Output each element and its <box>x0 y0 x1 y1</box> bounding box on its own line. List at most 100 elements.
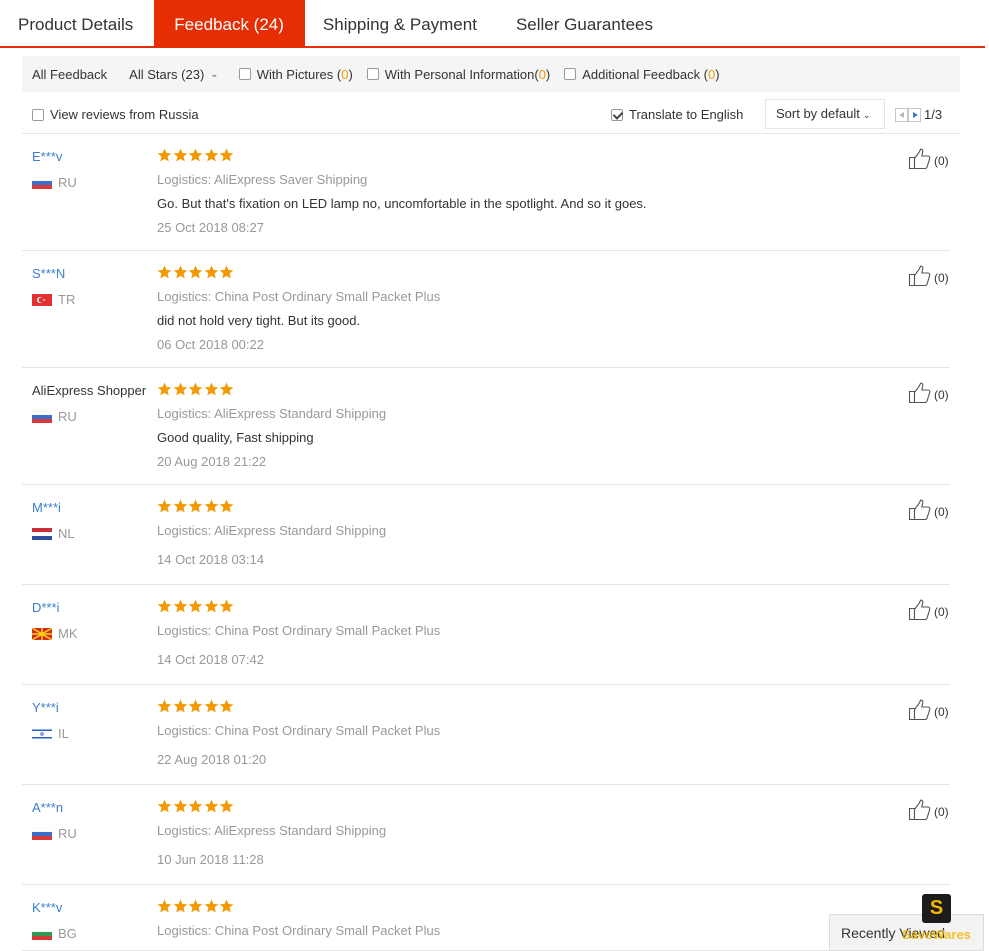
reviewer-name[interactable]: K***v <box>32 900 62 915</box>
star-icon <box>157 599 173 616</box>
star-icon <box>204 599 220 616</box>
star-icon <box>188 382 204 399</box>
logistics-info: Logistics: China Post Ordinary Small Pac… <box>157 723 441 738</box>
review-date: 06 Oct 2018 00:22 <box>157 337 264 352</box>
translate-option[interactable]: Translate to English <box>611 107 743 122</box>
star-icon <box>204 899 220 916</box>
reviewer-name: AliExpress Shopper <box>32 383 147 398</box>
star-icon <box>219 799 235 816</box>
helpful-button[interactable]: (0) <box>908 499 949 524</box>
logistics-info: Logistics: AliExpress Saver Shipping <box>157 172 368 187</box>
helpful-count: (0) <box>934 804 949 819</box>
helpful-button[interactable]: (0) <box>908 799 949 824</box>
thumbs-up-icon <box>908 499 934 524</box>
prev-page-button[interactable] <box>895 107 908 122</box>
additional-feedback-filter[interactable]: Additional Feedback (0) <box>564 66 720 82</box>
tab-product-details[interactable]: Product Details <box>0 0 154 46</box>
star-icon <box>173 599 189 616</box>
with-pictures-filter[interactable]: With Pictures (0) <box>238 66 353 82</box>
star-icon <box>188 699 204 716</box>
tab-feedback[interactable]: Feedback (24) <box>154 0 305 46</box>
view-russia-option[interactable]: View reviews from Russia <box>32 107 199 122</box>
with-personal-info-checkbox[interactable] <box>366 68 379 80</box>
reviewer-name[interactable]: D***i <box>32 600 59 615</box>
all-feedback-filter[interactable]: All Feedback <box>32 67 107 82</box>
with-pictures-checkbox[interactable] <box>238 68 251 80</box>
review-item: AliExpress Shopper RU Logistics: AliExpres… <box>22 368 950 485</box>
star-icon <box>157 799 173 816</box>
star-icon <box>173 699 189 716</box>
tab-shipping-payment[interactable]: Shipping & Payment <box>305 0 498 46</box>
page-indicator: 1/3 <box>924 107 943 122</box>
helpful-button[interactable]: (0) <box>908 265 949 290</box>
translate-checkbox[interactable] <box>611 108 623 121</box>
additional-feedback-checkbox[interactable] <box>564 68 577 80</box>
star-icon <box>157 499 173 516</box>
reviewer-name[interactable]: S***N <box>32 266 65 281</box>
reviewer-country: NL <box>32 526 75 541</box>
view-russia-label: View reviews from Russia <box>50 107 199 122</box>
review-text: did not hold very tight. But its good. <box>157 313 361 328</box>
savewares-watermark: SaveWares <box>902 927 971 942</box>
star-rating <box>157 599 235 616</box>
reviewer-name[interactable]: E***v <box>32 149 62 164</box>
country-code: MK <box>58 626 78 641</box>
star-rating <box>157 699 235 716</box>
star-icon <box>157 899 173 916</box>
review-item: E***v RU Logistics: AliExpress Saver Shipp… <box>22 134 950 251</box>
chevron-down-icon: ⌄ <box>862 110 871 120</box>
star-icon <box>188 799 204 816</box>
country-code: NL <box>58 526 75 541</box>
all-stars-dropdown[interactable]: All Stars (23) ⌄ <box>129 67 219 82</box>
thumbs-up-icon <box>908 799 934 824</box>
star-icon <box>219 148 235 165</box>
helpful-count: (0) <box>934 604 949 619</box>
country-flag-icon <box>31 727 53 740</box>
logistics-info: Logistics: China Post Ordinary Small Pac… <box>157 923 441 938</box>
tab-seller-guarantees[interactable]: Seller Guarantees <box>498 0 674 46</box>
star-icon <box>219 899 235 916</box>
all-feedback-label: All Feedback <box>32 66 108 82</box>
with-pictures-label: With Pictures ( <box>256 66 342 82</box>
logistics-info: Logistics: AliExpress Standard Shipping <box>157 406 387 421</box>
with-personal-info-label: With Personal Information( <box>384 66 539 82</box>
star-icon <box>188 899 204 916</box>
review-item: D***i MK Logistics: China Post Ordinary Sm… <box>22 585 950 685</box>
helpful-button[interactable]: (0) <box>908 382 949 407</box>
helpful-button[interactable]: (0) <box>908 148 949 173</box>
country-flag-icon <box>32 293 52 306</box>
reviewer-name[interactable]: M***i <box>32 500 61 515</box>
sort-label: Sort by default <box>776 106 860 121</box>
helpful-button[interactable]: (0) <box>908 699 949 724</box>
review-item: S***N TR Logistics: China Post Ordinary Sm… <box>22 251 950 368</box>
thumbs-up-icon <box>908 148 934 173</box>
star-icon <box>204 265 220 282</box>
next-page-button[interactable] <box>908 107 921 122</box>
star-rating <box>157 382 235 399</box>
reviewer-name[interactable]: Y***i <box>32 700 59 715</box>
star-icon <box>157 699 173 716</box>
star-rating <box>157 499 235 516</box>
feedback-filter-bar: All Feedback All Stars (23) ⌄ With Pictu… <box>22 56 960 92</box>
reviewer-name[interactable]: A***n <box>32 800 63 815</box>
star-rating <box>157 265 235 282</box>
helpful-count: (0) <box>934 387 949 402</box>
helpful-count: (0) <box>934 153 949 168</box>
sort-dropdown[interactable]: Sort by default ⌄ <box>765 99 885 129</box>
star-icon <box>204 799 220 816</box>
star-icon <box>173 148 189 165</box>
with-pictures-close: ) <box>348 66 353 82</box>
review-date: 20 Aug 2018 21:22 <box>157 454 267 469</box>
with-personal-info-close: ) <box>545 66 551 82</box>
helpful-button[interactable]: (0) <box>908 599 949 624</box>
reviewer-country: RU <box>31 826 77 841</box>
additional-feedback-close: ) <box>715 66 720 82</box>
with-personal-info-filter[interactable]: With Personal Information(0) <box>366 66 551 82</box>
reviewer-country: RU <box>31 175 77 190</box>
country-code: IL <box>58 726 69 741</box>
with-personal-info-count: 0 <box>538 66 546 82</box>
view-russia-checkbox[interactable] <box>32 108 44 121</box>
star-icon <box>173 265 189 282</box>
star-icon <box>188 599 204 616</box>
review-text: Good quality, Fast shipping <box>157 430 314 445</box>
